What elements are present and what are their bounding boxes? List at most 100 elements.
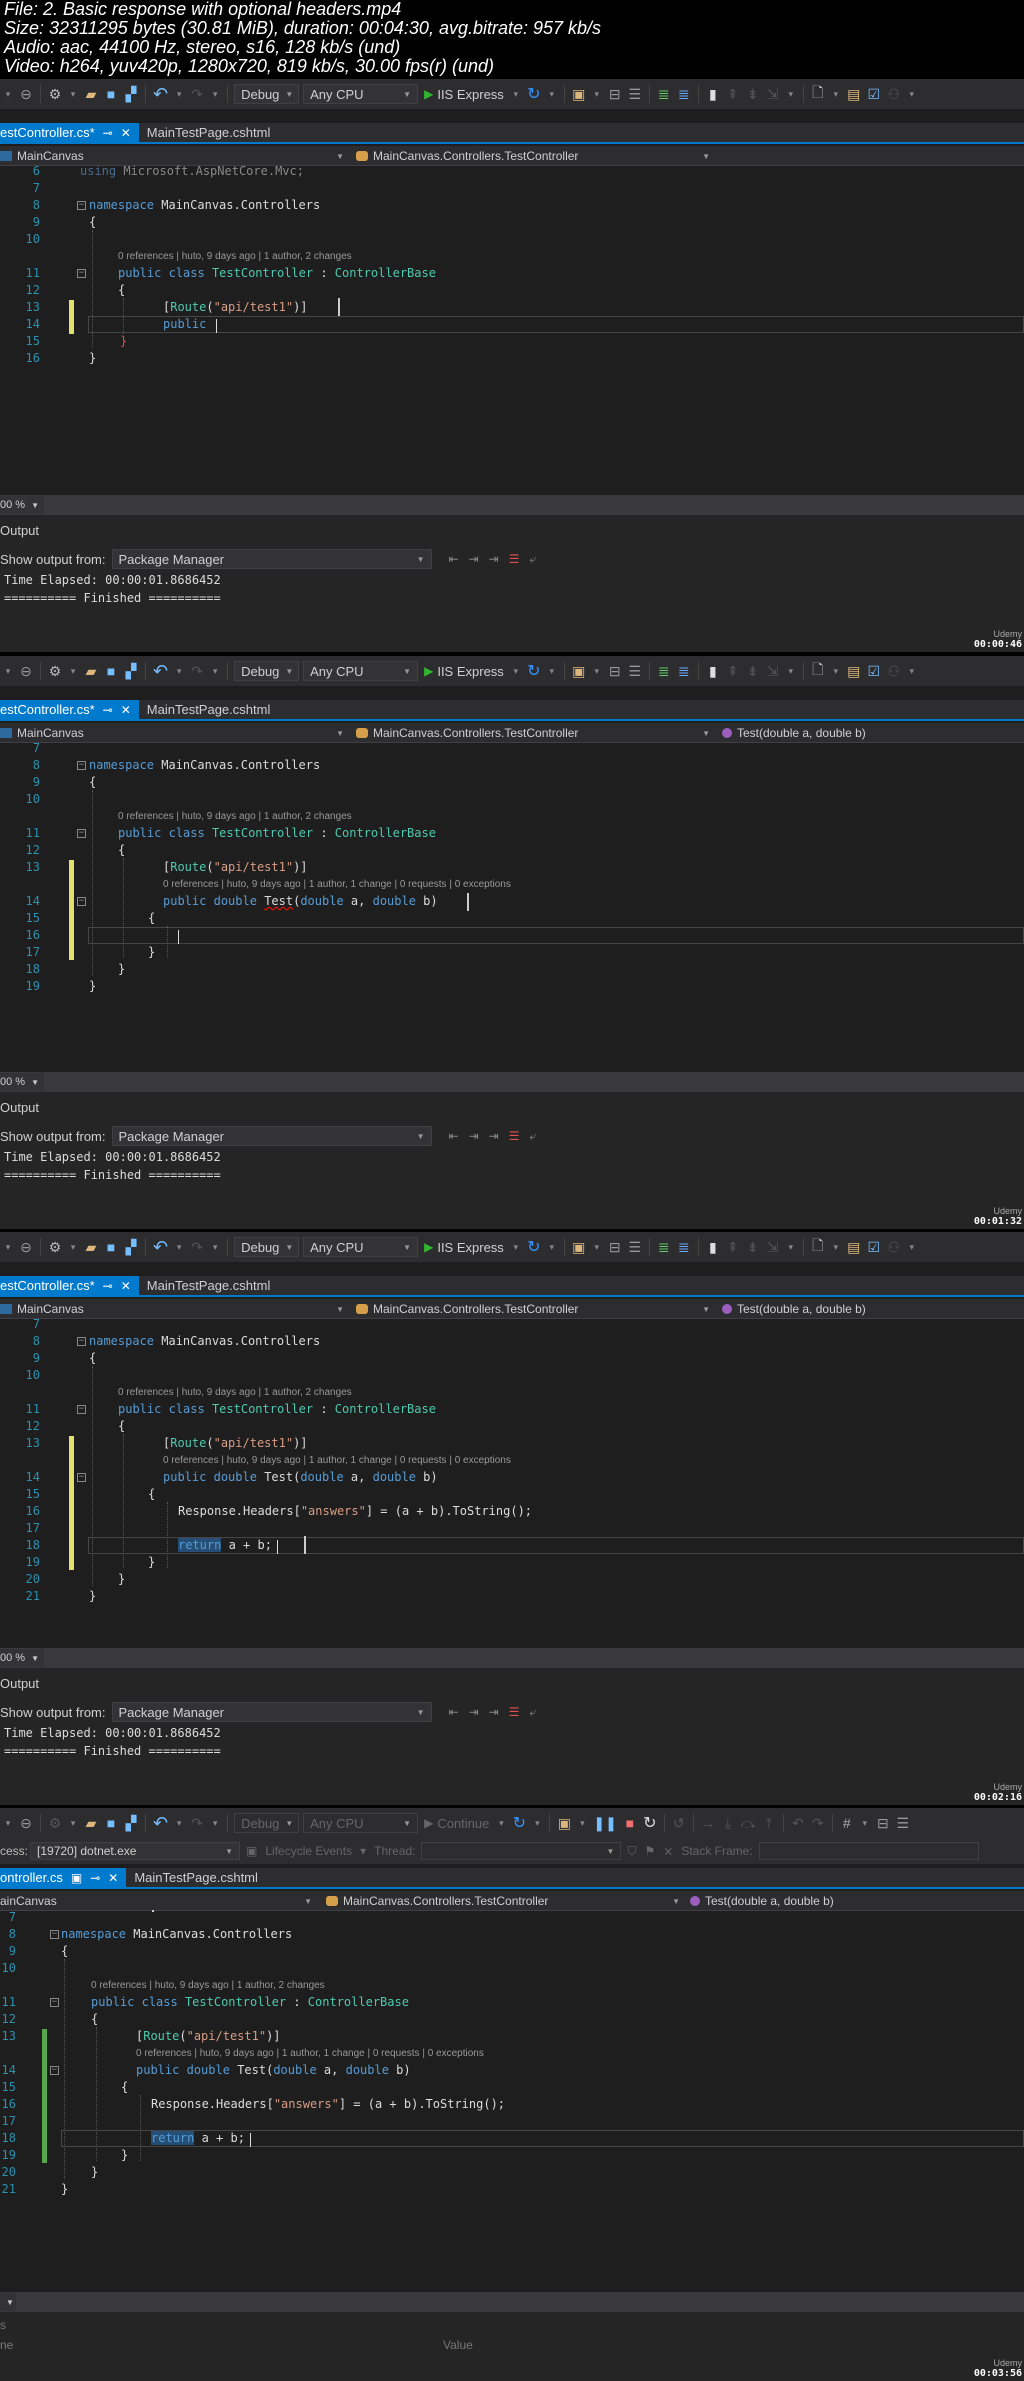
output-source-select[interactable]: Package Manager ▼: [111, 1702, 432, 1722]
properties-icon[interactable]: ☰: [628, 661, 642, 681]
dropdown-arrow-icon[interactable]: ▾: [575, 1813, 589, 1833]
dropdown-arrow-icon[interactable]: ▾: [509, 1237, 523, 1257]
close-icon[interactable]: ✕: [121, 703, 131, 717]
platform-select[interactable]: Any CPU ▼: [303, 1237, 419, 1257]
configuration-select[interactable]: Debug ▼: [234, 84, 300, 104]
code-editor[interactable]: 7 8 − namespace MainCanvas.Controllers 9…: [0, 1910, 1024, 2292]
new-project-icon[interactable]: ⚙: [48, 661, 62, 681]
uncomment-icon[interactable]: ≣: [677, 1237, 691, 1257]
tab-maintestpage[interactable]: MainTestPage.cshtml: [139, 123, 279, 142]
tab-testcontroller[interactable]: estController.cs* ⊸ ✕: [0, 1276, 139, 1295]
collapse-icon[interactable]: −: [77, 897, 86, 906]
solution-explorer-icon[interactable]: ⊟: [876, 1813, 890, 1833]
checkin-icon[interactable]: ☑: [867, 1237, 881, 1257]
dropdown-arrow-icon[interactable]: ▾: [784, 1237, 798, 1257]
dropdown-arrow-icon[interactable]: ▾: [509, 661, 523, 681]
project-dropdown[interactable]: ainCanvas ▼: [0, 1891, 318, 1911]
next-bookmark-icon[interactable]: ⇟: [746, 661, 760, 681]
type-dropdown[interactable]: MainCanvas.Controllers.TestController ▼: [356, 146, 716, 166]
configuration-select[interactable]: Debug ▼: [234, 661, 300, 681]
collapse-icon[interactable]: −: [77, 1473, 86, 1482]
platform-select[interactable]: Any CPU ▼: [303, 661, 419, 681]
go-to-next-icon[interactable]: ⇥: [469, 552, 479, 566]
save-all-icon[interactable]: ▞: [124, 84, 138, 104]
comment-icon[interactable]: ≣: [657, 661, 671, 681]
collapse-icon[interactable]: −: [77, 1405, 86, 1414]
next-bookmark-icon[interactable]: ⇟: [746, 84, 760, 104]
dropdown-arrow-icon[interactable]: ▾: [858, 1813, 872, 1833]
break-all-icon[interactable]: ❚❚: [593, 1813, 616, 1833]
member-dropdown[interactable]: Test(double a, double b): [722, 723, 1024, 743]
properties-icon[interactable]: ☰: [628, 1237, 642, 1257]
save-all-icon[interactable]: ▞: [124, 1237, 138, 1257]
zoom-select[interactable]: 00 % ▼: [0, 1073, 44, 1091]
comment-icon[interactable]: ≣: [657, 84, 671, 104]
navigate-forward-icon[interactable]: ⊖: [19, 1813, 33, 1833]
dropdown-arrow-icon[interactable]: ▾: [530, 1813, 544, 1833]
dropdown-arrow-icon[interactable]: ▾: [590, 84, 604, 104]
refresh-icon[interactable]: ↻: [527, 1237, 541, 1257]
prev-bookmark-icon[interactable]: ⇞: [726, 661, 740, 681]
go-to-next-icon[interactable]: ⇥: [469, 1705, 479, 1719]
hot-reload-icon[interactable]: ↺: [672, 1813, 686, 1833]
codelens-method[interactable]: 0 references | huto, 9 days ago | 1 auth…: [163, 879, 511, 890]
tab-maintestpage[interactable]: MainTestPage.cshtml: [139, 1276, 279, 1295]
tab-maintestpage[interactable]: MainTestPage.cshtml: [139, 700, 279, 719]
continue-button[interactable]: ▶ Continue: [424, 1816, 489, 1831]
redo-icon[interactable]: ↷: [190, 1237, 204, 1257]
dropdown-arrow-icon[interactable]: ▾: [208, 84, 222, 104]
word-wrap-icon[interactable]: ⤶: [529, 1129, 536, 1144]
close-icon[interactable]: ✕: [121, 126, 131, 140]
dropdown-arrow-icon[interactable]: ▾: [494, 1813, 508, 1833]
new-project-icon[interactable]: ⚙: [48, 1237, 62, 1257]
restart-icon[interactable]: ↻: [643, 1813, 657, 1833]
save-icon[interactable]: ■: [104, 84, 118, 104]
properties-icon[interactable]: ☰: [628, 84, 642, 104]
lifecycle-events-button[interactable]: Lifecycle Events: [265, 1844, 352, 1858]
run-button[interactable]: ▶ IIS Express: [424, 664, 504, 679]
type-dropdown[interactable]: MainCanvas.Controllers.TestController ▼: [356, 1299, 716, 1319]
share-icon[interactable]: ⚇: [887, 1237, 901, 1257]
run-button[interactable]: ▶ IIS Express: [424, 1240, 504, 1255]
refresh-icon[interactable]: ↻: [527, 84, 541, 104]
dropdown-arrow-icon[interactable]: ▾: [66, 661, 80, 681]
step-over-icon[interactable]: ⤼: [741, 1813, 756, 1833]
prev-bookmark-icon[interactable]: ⇞: [726, 1237, 740, 1257]
step-into-icon[interactable]: ⤓: [721, 1813, 735, 1833]
save-icon[interactable]: ■: [104, 1813, 118, 1833]
find-message-icon[interactable]: ⇥: [489, 552, 499, 566]
save-icon[interactable]: ■: [104, 1237, 118, 1257]
dropdown-arrow-icon[interactable]: ▾: [905, 84, 919, 104]
dropdown-arrow-icon[interactable]: ▾: [784, 84, 798, 104]
tab-testcontroller[interactable]: estController.cs* ⊸ ✕: [0, 123, 139, 142]
collapse-icon[interactable]: −: [77, 201, 86, 210]
clear-bookmarks-icon[interactable]: ⇲: [766, 1237, 780, 1257]
add-item-icon[interactable]: ▤: [847, 1237, 861, 1257]
dropdown-arrow-icon[interactable]: ▾: [784, 661, 798, 681]
dropdown-arrow-icon[interactable]: ▾: [66, 84, 80, 104]
member-dropdown[interactable]: Test(double a, double b): [690, 1891, 1024, 1911]
go-to-previous-icon[interactable]: ⇤: [449, 552, 459, 566]
stack-frame-select[interactable]: [758, 1842, 979, 1860]
dropdown-arrow-icon[interactable]: ▾: [1, 1237, 15, 1257]
checkin-icon[interactable]: ☑: [867, 84, 881, 104]
word-wrap-icon[interactable]: ⤶: [529, 1705, 536, 1720]
solution-explorer-icon[interactable]: ⊟: [608, 661, 622, 681]
new-project-icon[interactable]: ⚙: [48, 84, 62, 104]
properties-icon[interactable]: ☰: [896, 1813, 910, 1833]
refresh-icon[interactable]: ↻: [527, 661, 541, 681]
project-dropdown[interactable]: MainCanvas ▼: [0, 146, 350, 166]
dropdown-arrow-icon[interactable]: ▾: [590, 661, 604, 681]
stop-debugging-icon[interactable]: ■: [623, 1813, 637, 1833]
pin-icon[interactable]: ⊸: [103, 126, 113, 140]
dropdown-arrow-icon[interactable]: ▾: [1, 84, 15, 104]
flag-threads-icon[interactable]: ⚑: [644, 1844, 655, 1858]
save-all-icon[interactable]: ▞: [124, 1813, 138, 1833]
collapse-icon[interactable]: −: [77, 829, 86, 838]
codelens-class[interactable]: 0 references | huto, 9 days ago | 1 auth…: [118, 251, 352, 262]
dropdown-arrow-icon[interactable]: ▾: [829, 661, 843, 681]
save-icon[interactable]: ■: [104, 661, 118, 681]
redo-icon[interactable]: ↷: [190, 1813, 204, 1833]
save-all-icon[interactable]: ▞: [124, 661, 138, 681]
dropdown-arrow-icon[interactable]: ▾: [905, 661, 919, 681]
